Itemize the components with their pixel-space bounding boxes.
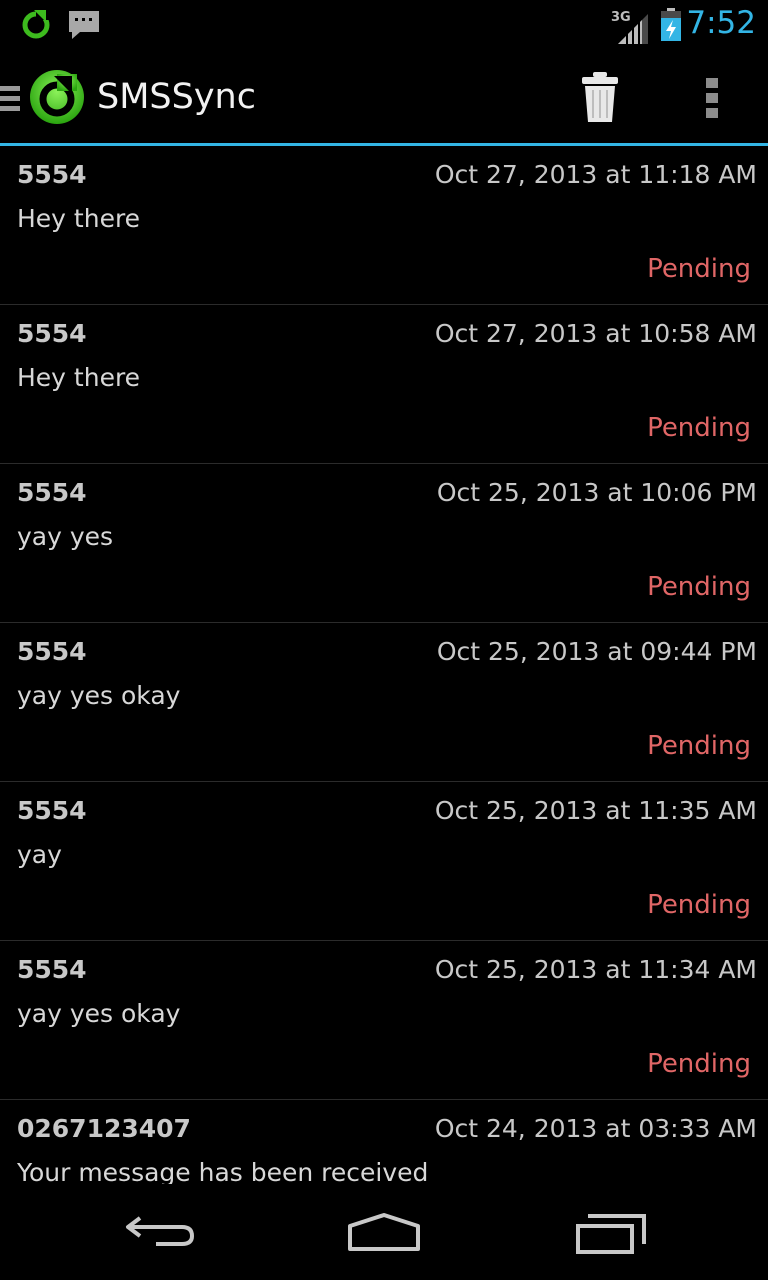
message-item[interactable]: 5554 Oct 25, 2013 at 09:44 PM yay yes ok…: [0, 623, 768, 782]
message-date: Oct 25, 2013 at 10:06 PM: [436, 478, 757, 507]
overflow-menu-icon[interactable]: [700, 76, 724, 120]
app-logo-icon[interactable]: [28, 68, 86, 126]
message-list[interactable]: 5554 Oct 27, 2013 at 11:18 AM Hey there …: [0, 146, 768, 1184]
sync-notification-icon: [22, 8, 50, 39]
message-body: yay: [17, 840, 62, 869]
message-status: Pending: [647, 254, 751, 284]
back-icon[interactable]: [124, 1214, 196, 1248]
message-status: Pending: [647, 572, 751, 602]
message-date: Oct 27, 2013 at 10:58 AM: [434, 319, 757, 348]
recents-icon[interactable]: [574, 1214, 646, 1254]
message-sender: 5554: [17, 319, 87, 348]
signal-icon: 3G: [608, 6, 650, 44]
message-item[interactable]: 5554 Oct 25, 2013 at 10:06 PM yay yes Pe…: [0, 464, 768, 623]
status-bar: 3G 7:52: [0, 0, 768, 50]
message-item[interactable]: 0267123407 Oct 24, 2013 at 03:33 AM Your…: [0, 1100, 768, 1184]
message-sender: 5554: [17, 478, 87, 507]
network-type-label: 3G: [611, 10, 631, 25]
message-status: Pending: [647, 731, 751, 761]
message-status: Pending: [647, 413, 751, 443]
message-body: yay yes okay: [17, 681, 181, 710]
message-item[interactable]: 5554 Oct 25, 2013 at 11:34 AM yay yes ok…: [0, 941, 768, 1100]
message-date: Oct 27, 2013 at 11:18 AM: [434, 160, 757, 189]
drawer-indicator-icon[interactable]: [0, 84, 20, 114]
trash-icon[interactable]: [580, 70, 620, 124]
navigation-bar: [0, 1184, 768, 1280]
message-sender: 5554: [17, 637, 87, 666]
action-bar: SMSSync: [0, 50, 768, 146]
message-body: yay yes: [17, 522, 114, 551]
message-body: yay yes okay: [17, 999, 181, 1028]
message-body: Your message has been received: [17, 1158, 429, 1184]
app-title: SMSSync: [97, 77, 256, 117]
message-sender: 0267123407: [17, 1114, 191, 1143]
message-body: Hey there: [17, 363, 141, 392]
message-date: Oct 25, 2013 at 09:44 PM: [436, 637, 757, 666]
message-date: Oct 25, 2013 at 11:34 AM: [434, 955, 757, 984]
message-item[interactable]: 5554 Oct 25, 2013 at 11:35 AM yay Pendin…: [0, 782, 768, 941]
message-item[interactable]: 5554 Oct 27, 2013 at 11:18 AM Hey there …: [0, 146, 768, 305]
message-sender: 5554: [17, 955, 87, 984]
message-date: Oct 24, 2013 at 03:33 AM: [434, 1114, 757, 1143]
message-status: Pending: [647, 890, 751, 920]
message-notification-icon: [69, 11, 99, 39]
message-sender: 5554: [17, 796, 87, 825]
battery-charging-icon: [661, 8, 681, 41]
message-body: Hey there: [17, 204, 141, 233]
message-status: Pending: [647, 1049, 751, 1079]
status-clock: 7:52: [686, 5, 756, 41]
home-icon[interactable]: [346, 1212, 422, 1252]
message-item[interactable]: 5554 Oct 27, 2013 at 10:58 AM Hey there …: [0, 305, 768, 464]
message-sender: 5554: [17, 160, 87, 189]
message-date: Oct 25, 2013 at 11:35 AM: [434, 796, 757, 825]
